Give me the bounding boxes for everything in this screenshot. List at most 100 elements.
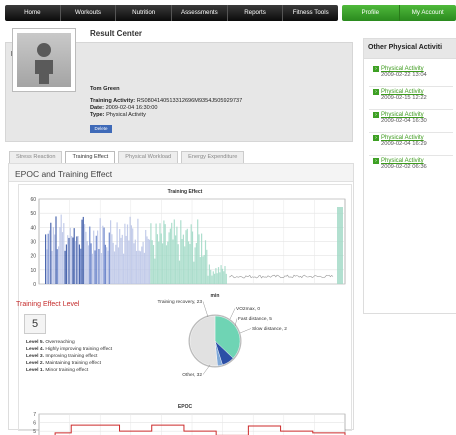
area-bar [188,241,189,284]
training-effect-level-title: Training Effect Level [16,301,79,308]
area-bar [83,217,84,284]
area-bar [171,223,172,284]
pie-label: Fast distance, 5 [238,316,272,322]
main-nav: Home Workouts Nutrition Assessments Repo… [5,5,338,21]
area-bar [120,238,121,284]
activity-list-item[interactable]: ›Physical Activity 2009-02-04 16:29 [373,135,427,147]
area-bar [136,251,137,284]
activity-list-item[interactable]: ›Physical Activity 2009-02-02 06:36 [373,158,427,170]
nav-workouts[interactable]: Workouts [61,5,117,21]
area-bar [148,239,149,284]
nav-reports[interactable]: Reports [228,5,284,21]
area-bar [88,245,89,284]
area-bar [111,234,112,284]
area-bar [100,218,101,284]
area-bar [156,224,157,284]
area-bar [201,234,202,284]
area-bar [74,228,75,284]
area-bar [92,254,93,284]
area-bar [123,254,124,284]
content-header: EPOC and Training Effect [9,164,353,182]
minutes-pie-chart: minTraining recovery, 23VO2max, 0Fast di… [140,283,300,383]
area-bar [140,251,141,284]
area-bar [53,227,54,284]
pie-slice [190,316,218,366]
nav-profile[interactable]: Profile [342,5,400,21]
area-bar [159,223,160,284]
nav-fitness-tools[interactable]: Fitness Tools [283,5,338,21]
area-bar [185,230,186,284]
area-bar [119,229,120,284]
level-item: Level 2. Maintaining training effect [26,361,101,366]
avatar [12,28,76,92]
arrow-right-icon: › [373,158,379,164]
area-bar [162,243,163,284]
area-bar [184,246,185,284]
area-bar [84,224,85,284]
area-bar [110,220,111,284]
area-bar [68,238,69,284]
area-bar [135,240,136,284]
area-bar [65,251,66,284]
area-bar [94,250,95,284]
nav-nutrition[interactable]: Nutrition [116,5,172,21]
area-bar [195,247,196,284]
area-bar [67,235,68,284]
area-bar [118,247,119,284]
area-bar [50,223,51,284]
area-bar [157,234,158,284]
nav-home[interactable]: Home [5,5,61,21]
area-bar [175,235,176,284]
tab-stress-reaction[interactable]: Stress Reaction [9,151,62,163]
area-bar [179,261,180,284]
area-bar [131,225,132,284]
area-bar [163,220,164,284]
arrow-right-icon: › [373,135,379,141]
area-bar [187,229,188,284]
area-bar [109,233,110,284]
area-bar [57,249,58,284]
activity-list-item[interactable]: ›Physical Activity 2009-02-22 13:04 [373,66,427,78]
area-bar [98,249,99,284]
other-activities-header: Other Physical Activiti [364,39,456,59]
nav-my-account[interactable]: My Account [400,5,456,21]
area-bar [58,246,59,284]
arrow-right-icon: › [373,89,379,95]
y-tick-label: 6 [33,421,36,427]
y-tick-label: 7 [33,412,36,418]
area-bar [101,253,102,284]
activity-list-item[interactable]: ›Physical Activity 2009-02-15 12:22 [373,89,427,101]
area-bar [126,236,127,284]
area-bar [174,219,175,284]
area-bar [206,250,207,284]
area-bar [127,224,128,284]
y-tick-label: 0 [33,282,36,288]
area-bar [172,239,173,284]
y-tick-label: 20 [30,254,36,260]
area-bar [76,236,77,284]
area-bar [218,267,219,284]
other-activities-panel: Other Physical Activiti ›Physical Activi… [363,38,456,314]
area-bar [72,238,73,284]
tab-training-effect[interactable]: Training Effect [65,151,115,163]
area-bar [59,227,60,284]
area-bar [154,259,155,284]
area-bar [75,241,76,284]
pie-label-line [203,302,208,318]
activity-list-item[interactable]: ›Physical Activity 2009-02-04 16:30 [373,112,427,124]
area-bar [130,217,131,284]
tab-physical-workload[interactable]: Physical Workload [118,151,178,163]
area-bar [196,243,197,284]
area-bar [49,230,50,284]
area-bar [104,228,105,284]
delete-button[interactable]: Delete [90,125,112,133]
area-bar [139,251,140,284]
user-name: Tom Green [90,86,120,92]
area-bar [192,232,193,284]
tab-energy-expenditure[interactable]: Energy Expenditure [181,151,244,163]
area-bar [161,233,162,284]
nav-assessments[interactable]: Assessments [172,5,228,21]
area-bar [54,235,55,284]
area-bar [153,245,154,284]
area-bar [210,270,211,284]
